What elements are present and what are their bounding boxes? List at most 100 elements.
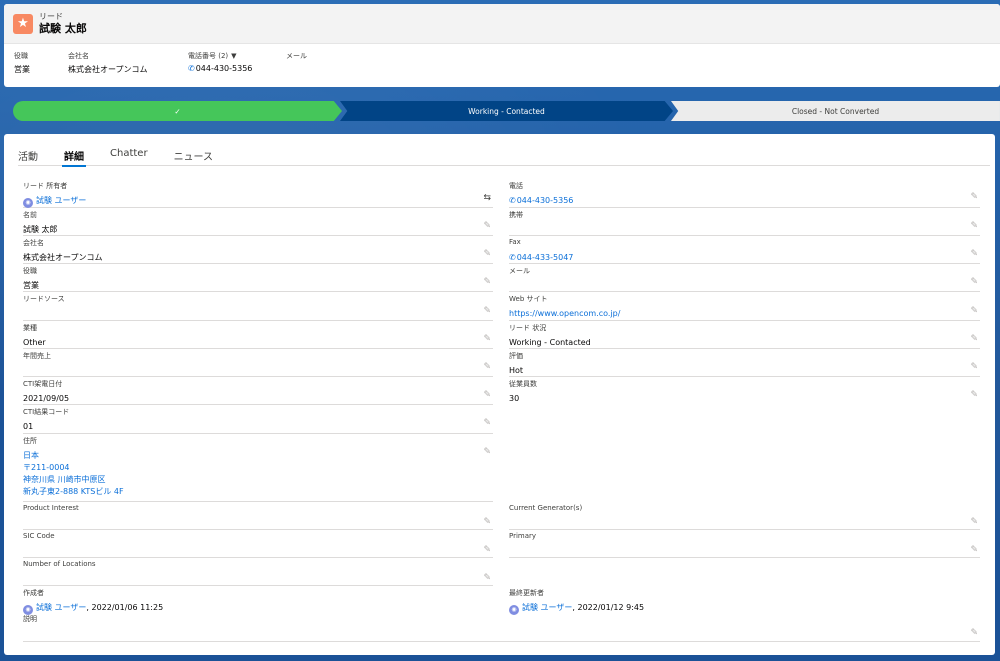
pencil-icon[interactable]: ✎	[483, 390, 491, 400]
pencil-icon[interactable]: ✎	[483, 418, 491, 428]
field-label: 最終更新者	[509, 589, 544, 597]
address-country[interactable]: 日本	[23, 450, 124, 462]
field-label: 電話	[509, 182, 523, 190]
chevron-down-icon[interactable]: ▼	[231, 52, 236, 60]
field-title: 役職 営業 ✎	[23, 264, 493, 292]
fax-link[interactable]: 044-433-5047	[517, 253, 574, 262]
pencil-icon[interactable]: ✎	[483, 334, 491, 344]
created-by-link[interactable]: 試験 ユーザー	[36, 603, 86, 612]
path-step-complete[interactable]: ✓	[13, 101, 342, 121]
field-website: Web サイト https://www.opencom.co.jp/ ✎	[509, 292, 980, 321]
field-label: Fax	[509, 238, 521, 246]
pencil-icon[interactable]: ✎	[970, 306, 978, 316]
address-street[interactable]: 新丸子東2-888 KTSビル 4F	[23, 486, 124, 498]
pencil-icon[interactable]: ✎	[483, 517, 491, 527]
modified-by-link[interactable]: 試験 ユーザー	[522, 603, 572, 612]
pencil-icon[interactable]: ✎	[483, 306, 491, 316]
address-city[interactable]: 神奈川県 川崎市中原区	[23, 474, 124, 486]
field-number-of-locations: Number of Locations ✎	[23, 558, 493, 586]
field-mobile: 携帯 ✎	[509, 208, 980, 236]
change-owner-icon[interactable]: ⇆	[483, 193, 491, 203]
field-email: メール ✎	[509, 264, 980, 292]
field-label: Web サイト	[509, 295, 548, 303]
pencil-icon[interactable]: ✎	[970, 545, 978, 555]
pencil-icon[interactable]: ✎	[483, 249, 491, 259]
phone-icon: ✆	[509, 196, 516, 205]
phone-icon: ✆	[188, 64, 195, 73]
record-header: ★ リード 試験 太郎 役職 営業 会社名 株式会社オープンコム 電話番号 (2…	[4, 4, 1000, 87]
highlight-label-title: 役職	[14, 52, 28, 60]
field-lead-source: リードソース ✎	[23, 292, 493, 321]
tab-details[interactable]: 詳細	[62, 134, 86, 167]
path-step-current[interactable]: Working - Contacted	[340, 101, 673, 121]
highlight-value-phone[interactable]: ✆044-430-5356	[188, 64, 258, 73]
star-icon: ★	[13, 13, 33, 34]
highlight-value-company: 株式会社オープンコム	[68, 65, 148, 74]
owner-link[interactable]: 試験 ユーザー	[36, 196, 86, 205]
tab-activity[interactable]: 活動	[18, 134, 38, 166]
pencil-icon[interactable]: ✎	[970, 192, 978, 202]
phone-count-label: 電話番号 (2)	[188, 51, 229, 60]
pencil-icon[interactable]: ✎	[483, 362, 491, 372]
field-label: 携帯	[509, 211, 523, 219]
field-label: 住所	[23, 437, 37, 445]
modified-date: , 2022/01/12 9:45	[572, 603, 645, 612]
pencil-icon[interactable]: ✎	[970, 628, 978, 638]
field-primary: Primary ✎	[509, 530, 980, 558]
field-label: 作成者	[23, 589, 44, 597]
field-label: SIC Code	[23, 532, 55, 540]
highlight-phone-number[interactable]: 044-430-5356	[196, 64, 253, 73]
pencil-icon[interactable]: ✎	[970, 277, 978, 287]
detail-card: 活動 詳細 Chatter ニュース リード 所有者 ◉ 試験 ユーザー ⇆ 名前…	[4, 134, 995, 655]
record-tabs: 活動 詳細 Chatter ニュース	[18, 134, 990, 167]
field-value: Other	[23, 338, 46, 347]
tab-news[interactable]: ニュース	[174, 134, 214, 166]
field-current-generators: Current Generator(s) ✎	[509, 502, 980, 530]
field-value[interactable]: ✆044-433-5047	[509, 252, 573, 264]
field-label: Current Generator(s)	[509, 504, 583, 512]
field-value[interactable]: ◉ 試験 ユーザー	[23, 195, 86, 208]
website-link[interactable]: https://www.opencom.co.jp/	[509, 308, 620, 320]
field-value: 01	[23, 422, 34, 431]
object-type: リード	[39, 12, 63, 22]
phone-icon: ✆	[509, 253, 516, 262]
field-value: Working - Contacted	[509, 338, 591, 347]
path-step-future[interactable]: Closed - Not Converted	[670, 101, 1000, 121]
pencil-icon[interactable]: ✎	[483, 221, 491, 231]
highlights-panel: 役職 営業 会社名 株式会社オープンコム 電話番号 (2) ▼ ✆044-430…	[4, 44, 1000, 75]
field-label: リードソース	[23, 295, 65, 303]
pencil-icon[interactable]: ✎	[483, 447, 491, 457]
field-last-modified-by: 最終更新者 ◉ 試験 ユーザー, 2022/01/12 9:45	[509, 586, 980, 615]
field-description: 説明 ✎	[23, 612, 980, 642]
pencil-icon[interactable]: ✎	[970, 390, 978, 400]
field-label: リード 所有者	[23, 182, 68, 190]
pencil-icon[interactable]: ✎	[970, 362, 978, 372]
field-label: CTI架電日付	[23, 380, 63, 388]
tab-chatter[interactable]: Chatter	[110, 134, 148, 166]
field-address: 住所 日本 〒211-0004 神奈川県 川崎市中原区 新丸子東2-888 KT…	[23, 434, 493, 502]
field-value: 株式会社オープンコム	[23, 253, 103, 262]
pencil-icon[interactable]: ✎	[483, 277, 491, 287]
pencil-icon[interactable]: ✎	[970, 249, 978, 259]
field-label: 従業員数	[509, 380, 537, 388]
field-created-by: 作成者 ◉ 試験 ユーザー, 2022/01/06 11:25	[23, 586, 493, 615]
field-value[interactable]: ✆044-430-5356	[509, 195, 573, 207]
pencil-icon[interactable]: ✎	[970, 221, 978, 231]
pencil-icon[interactable]: ✎	[483, 545, 491, 555]
pencil-icon[interactable]: ✎	[970, 517, 978, 527]
field-name: 名前 試験 太郎 ✎	[23, 208, 493, 236]
address-postal[interactable]: 〒211-0004	[23, 462, 124, 474]
field-value: ◉ 試験 ユーザー, 2022/01/12 9:45	[509, 602, 644, 615]
field-product-interest: Product Interest ✎	[23, 502, 493, 530]
highlight-label-phone[interactable]: 電話番号 (2) ▼	[188, 51, 258, 60]
pencil-icon[interactable]: ✎	[970, 334, 978, 344]
field-label: リード 状況	[509, 324, 547, 332]
created-date: , 2022/01/06 11:25	[86, 603, 164, 612]
user-avatar-icon: ◉	[509, 605, 519, 615]
field-label: CTI結果コード	[23, 408, 70, 416]
address-link[interactable]: 日本 〒211-0004 神奈川県 川崎市中原区 新丸子東2-888 KTSビル…	[23, 450, 124, 498]
phone-link[interactable]: 044-430-5356	[517, 196, 574, 205]
record-name: 試験 太郎	[39, 21, 87, 35]
field-cti-result-code: CTI結果コード 01 ✎	[23, 405, 493, 434]
pencil-icon[interactable]: ✎	[483, 573, 491, 583]
